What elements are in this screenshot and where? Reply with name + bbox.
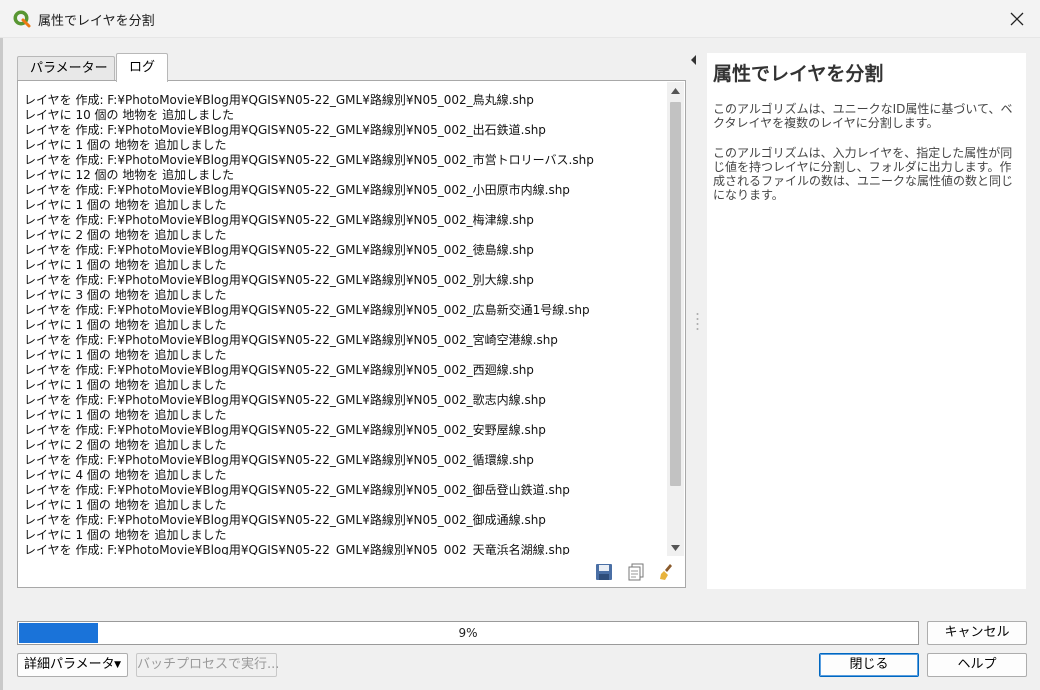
help-title: 属性でレイヤを分割 <box>713 63 884 85</box>
log-line: レイヤを 作成: F:¥PhotoMovie¥Blog用¥QGIS¥N05-22… <box>24 363 534 377</box>
help-button[interactable]: ヘルプ <box>927 653 1027 677</box>
log-line: レイヤを 作成: F:¥PhotoMovie¥Blog用¥QGIS¥N05-22… <box>24 543 570 555</box>
log-line: レイヤを 作成: F:¥PhotoMovie¥Blog用¥QGIS¥N05-22… <box>24 243 534 257</box>
window-title: 属性でレイヤを分割 <box>38 14 155 29</box>
log-line: レイヤを 作成: F:¥PhotoMovie¥Blog用¥QGIS¥N05-22… <box>24 453 534 467</box>
clear-log-icon[interactable] <box>657 561 679 583</box>
log-line: レイヤに 1 個の 地物を 追加しました <box>24 378 227 392</box>
scroll-down-button[interactable] <box>667 539 684 556</box>
log-line: レイヤを 作成: F:¥PhotoMovie¥Blog用¥QGIS¥N05-22… <box>24 153 594 167</box>
splitter-handle[interactable] <box>696 312 699 332</box>
log-text-area[interactable]: レイヤを 作成: F:¥PhotoMovie¥Blog用¥QGIS¥N05-22… <box>24 85 664 555</box>
progress-label: 9% <box>458 626 478 640</box>
close-window-button[interactable] <box>994 0 1040 38</box>
log-line: レイヤを 作成: F:¥PhotoMovie¥Blog用¥QGIS¥N05-22… <box>24 393 546 407</box>
triangle-up-icon <box>671 87 680 94</box>
log-line: レイヤを 作成: F:¥PhotoMovie¥Blog用¥QGIS¥N05-22… <box>24 483 570 497</box>
scroll-thumb[interactable] <box>670 102 681 486</box>
log-line: レイヤに 2 個の 地物を 追加しました <box>24 438 227 452</box>
log-line: レイヤに 10 個の 地物を 追加しました <box>24 108 235 122</box>
log-line: レイヤに 1 個の 地物を 追加しました <box>24 198 227 212</box>
log-line: レイヤに 1 個の 地物を 追加しました <box>24 138 227 152</box>
scroll-up-button[interactable] <box>667 82 684 99</box>
log-line: レイヤを 作成: F:¥PhotoMovie¥Blog用¥QGIS¥N05-22… <box>24 273 534 287</box>
advanced-parameters-label: 詳細パラメータ <box>24 657 115 672</box>
advanced-parameters-dropdown[interactable]: 詳細パラメータ ▼ <box>17 653 128 677</box>
progress-bar: 9% <box>17 621 919 645</box>
log-line: レイヤに 1 個の 地物を 追加しました <box>24 498 227 512</box>
log-line: レイヤを 作成: F:¥PhotoMovie¥Blog用¥QGIS¥N05-22… <box>24 213 534 227</box>
log-toolbar <box>593 561 679 583</box>
log-line: レイヤに 1 個の 地物を 追加しました <box>24 528 227 542</box>
log-line: レイヤを 作成: F:¥PhotoMovie¥Blog用¥QGIS¥N05-22… <box>24 123 546 137</box>
collapse-help-arrow-icon[interactable] <box>690 54 698 66</box>
copy-log-icon[interactable] <box>625 561 647 583</box>
log-line: レイヤに 1 個の 地物を 追加しました <box>24 348 227 362</box>
log-panel: レイヤを 作成: F:¥PhotoMovie¥Blog用¥QGIS¥N05-22… <box>17 80 686 588</box>
log-vertical-scrollbar[interactable] <box>667 82 684 556</box>
background-edge <box>0 38 3 690</box>
log-line: レイヤに 1 個の 地物を 追加しました <box>24 258 227 272</box>
log-line: レイヤに 4 個の 地物を 追加しました <box>24 468 227 482</box>
help-paragraph: このアルゴリズムは、ユニークなID属性に基づいて、ベクタレイヤを複数のレイヤに分… <box>713 102 1013 130</box>
help-paragraph: このアルゴリズムは、入力レイヤを、指定した属性が同じ値を持つレイヤに分割し、フォ… <box>713 146 1014 202</box>
log-line: レイヤを 作成: F:¥PhotoMovie¥Blog用¥QGIS¥N05-22… <box>24 183 570 197</box>
log-line: レイヤを 作成: F:¥PhotoMovie¥Blog用¥QGIS¥N05-22… <box>24 333 558 347</box>
triangle-down-icon <box>671 544 680 551</box>
cancel-button[interactable]: キャンセル <box>927 621 1027 645</box>
log-line: レイヤに 12 個の 地物を 追加しました <box>24 168 235 182</box>
log-line: レイヤを 作成: F:¥PhotoMovie¥Blog用¥QGIS¥N05-22… <box>24 303 590 317</box>
save-log-icon[interactable] <box>593 561 615 583</box>
help-panel: 属性でレイヤを分割 このアルゴリズムは、ユニークなID属性に基づいて、ベクタレイ… <box>707 53 1026 589</box>
tab-log[interactable]: ログ <box>116 53 168 82</box>
log-line: レイヤに 3 個の 地物を 追加しました <box>24 288 227 302</box>
qgis-logo-icon <box>12 9 32 29</box>
log-line: レイヤに 1 個の 地物を 追加しました <box>24 318 227 332</box>
log-line-partial <box>24 85 664 93</box>
log-line: レイヤを 作成: F:¥PhotoMovie¥Blog用¥QGIS¥N05-22… <box>24 423 546 437</box>
log-line: レイヤに 2 個の 地物を 追加しました <box>24 228 227 242</box>
chevron-down-icon: ▼ <box>114 660 121 670</box>
close-icon <box>1010 12 1024 26</box>
log-line: レイヤを 作成: F:¥PhotoMovie¥Blog用¥QGIS¥N05-22… <box>24 93 534 107</box>
run-batch-button[interactable]: バッチプロセスで実行... <box>136 653 279 677</box>
tab-parameters[interactable]: パラメーター <box>17 56 115 81</box>
log-line: レイヤに 1 個の 地物を 追加しました <box>24 408 227 422</box>
log-line: レイヤを 作成: F:¥PhotoMovie¥Blog用¥QGIS¥N05-22… <box>24 513 546 527</box>
close-button[interactable]: 閉じる <box>819 653 919 677</box>
title-bar: 属性でレイヤを分割 <box>0 0 1040 38</box>
